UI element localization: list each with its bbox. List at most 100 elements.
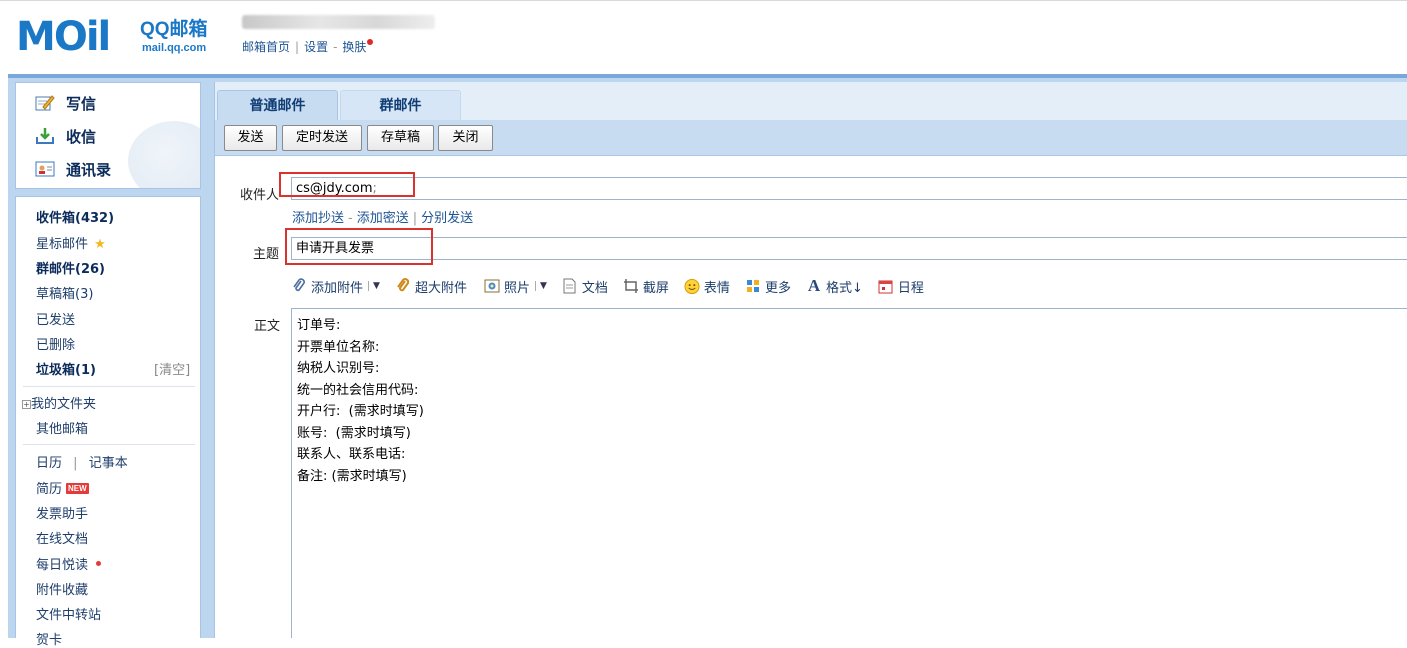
attachment-toolbar: 添加附件 ▼ 超大附件 照片 ▼ 文档 截屏 表情 更多 A 格式↓ 日程	[291, 274, 939, 298]
star-icon: ★	[94, 237, 106, 252]
format-label: 格式↓	[825, 280, 863, 296]
invoice-helper-link[interactable]: 发票助手	[36, 503, 88, 522]
logo-brand: QQ邮箱	[140, 19, 208, 40]
document-label: 文档	[581, 280, 608, 296]
attachment-favs-link[interactable]: 附件收藏	[36, 579, 88, 598]
document-icon	[562, 278, 578, 294]
calendar-notebook-row: 日历 | 记事本	[36, 452, 128, 471]
body-line: 备注: (需求时填写)	[297, 468, 407, 484]
folder-drafts[interactable]: 草稿箱(3)	[36, 283, 93, 302]
document-button[interactable]: 文档	[562, 277, 608, 296]
folder-other-mailbox[interactable]: 其他邮箱	[36, 418, 88, 437]
resume-link[interactable]: 简历 NEW	[36, 478, 89, 497]
to-label: 收件人	[240, 188, 280, 203]
folder-list: 收件箱(432) 星标邮件 ★ 群邮件(26) 草稿箱(3) 已发送 已删除 垃…	[15, 196, 201, 648]
separator: |	[73, 456, 78, 471]
receive-mail-button[interactable]: 收信	[34, 124, 96, 148]
subject-label: 主题	[253, 247, 280, 262]
new-badge: NEW	[66, 483, 89, 494]
add-attachment-button[interactable]: 添加附件 ▼	[291, 277, 380, 296]
greeting-card-link[interactable]: 贺卡	[36, 629, 62, 648]
send-button[interactable]: 发送	[224, 125, 277, 151]
compose-toolbar: 发送 定时发送 存草稿 关闭	[215, 120, 1407, 156]
large-paperclip-icon	[395, 278, 411, 294]
tab-normal-mail[interactable]: 普通邮件	[217, 90, 338, 120]
large-attachment-button[interactable]: 超大附件	[395, 277, 467, 296]
compose-tabs: 普通邮件 群邮件	[215, 82, 1407, 120]
compose-panel: 普通邮件 群邮件 发送 定时发送 存草稿 关闭 收件人 cs@jdy.com; …	[214, 82, 1407, 638]
my-folders-label: 我的文件夹	[31, 397, 97, 412]
body-line: 联系人、联系电话:	[297, 447, 406, 462]
receive-mail-label: 收信	[66, 127, 97, 146]
folder-group[interactable]: 群邮件(26)	[36, 258, 105, 277]
add-cc-link[interactable]: 添加抄送	[292, 211, 344, 226]
folder-starred[interactable]: 星标邮件 ★	[36, 233, 106, 252]
subject-field[interactable]: 申请开具发票	[291, 237, 1407, 260]
top-header: MOil QQ邮箱 mail.qq.com 邮箱首页 | 设置 - 换肤	[0, 0, 1407, 74]
account-name-blurred	[242, 15, 435, 29]
folder-deleted[interactable]: 已删除	[36, 334, 75, 353]
folder-sent[interactable]: 已发送	[36, 309, 75, 328]
notification-dot	[367, 39, 374, 45]
folder-spam[interactable]: 垃圾箱(1)	[36, 359, 96, 378]
unread-dot	[96, 561, 102, 566]
folder-inbox[interactable]: 收件箱(432)	[36, 207, 114, 226]
mail-body-editor[interactable]: 订单号: 开票单位名称: 纳税人识别号: 统一的社会信用代码: 开户行: (需求…	[291, 308, 1407, 638]
separate-send-link[interactable]: 分别发送	[421, 211, 473, 226]
qq-mail-logo[interactable]: MOil QQ邮箱 mail.qq.com	[16, 15, 226, 61]
logo-wordmark: MOil	[16, 14, 111, 60]
body-line: 订单号:	[297, 318, 341, 333]
clear-spam-link[interactable]: [清空]	[154, 359, 190, 378]
format-button[interactable]: A 格式↓	[806, 276, 863, 296]
logo-url: mail.qq.com	[142, 42, 207, 54]
photo-button[interactable]: 照片 ▼	[484, 277, 547, 296]
contact-card-icon	[34, 159, 56, 179]
separator: -	[348, 211, 353, 226]
add-bcc-link[interactable]: 添加密送	[357, 211, 409, 226]
screenshot-label: 截屏	[642, 280, 669, 296]
more-label: 更多	[764, 280, 791, 296]
contacts-button[interactable]: 通讯录	[34, 157, 111, 181]
emoji-label: 表情	[703, 280, 730, 296]
daily-read-label: 每日悦读	[36, 558, 89, 573]
screenshot-button[interactable]: 截屏	[623, 277, 669, 296]
to-field[interactable]: cs@jdy.com;	[291, 177, 1407, 200]
online-docs-link[interactable]: 在线文档	[36, 528, 88, 547]
emoji-button[interactable]: 表情	[684, 277, 730, 296]
body-line: 开票单位名称:	[297, 339, 380, 355]
scissors-icon	[623, 278, 639, 294]
body-line: 纳税人识别号:	[297, 361, 380, 376]
write-mail-button[interactable]: 写信	[34, 91, 96, 115]
download-tray-icon	[34, 126, 56, 146]
recipient-options: 添加抄送 - 添加密送 | 分别发送	[292, 207, 473, 226]
chevron-down-icon[interactable]: ▼	[368, 281, 380, 291]
resume-label: 简历	[36, 482, 63, 497]
expand-icon[interactable]: +	[22, 400, 31, 409]
highlight-box-subject	[285, 228, 433, 265]
folder-my-folders[interactable]: +我的文件夹	[22, 393, 96, 412]
change-skin-link[interactable]: 换肤	[342, 40, 366, 54]
top-links: 邮箱首页 | 设置 - 换肤	[242, 38, 374, 55]
schedule-send-button[interactable]: 定时发送	[282, 125, 362, 151]
divider	[23, 386, 195, 387]
daily-read-link[interactable]: 每日悦读	[36, 554, 102, 573]
schedule-label: 日程	[897, 280, 924, 296]
settings-link[interactable]: 设置	[304, 40, 328, 54]
tab-group-mail[interactable]: 群邮件	[340, 90, 461, 120]
close-button[interactable]: 关闭	[438, 125, 493, 151]
divider	[23, 444, 195, 445]
file-transfer-link[interactable]: 文件中转站	[36, 604, 101, 623]
folder-starred-label: 星标邮件	[36, 237, 89, 252]
font-a-icon: A	[807, 276, 821, 295]
more-button[interactable]: 更多	[745, 277, 791, 296]
write-mail-label: 写信	[66, 94, 97, 113]
mailbox-home-link[interactable]: 邮箱首页	[242, 40, 290, 54]
notebook-link[interactable]: 记事本	[89, 456, 128, 471]
body-label: 正文	[254, 319, 281, 334]
save-draft-button[interactable]: 存草稿	[367, 125, 434, 151]
penguin-watermark	[128, 121, 200, 188]
schedule-button[interactable]: 日程	[878, 277, 924, 296]
calendar-link[interactable]: 日历	[36, 456, 62, 471]
chevron-down-icon[interactable]: ▼	[534, 281, 547, 291]
calendar-icon	[878, 278, 894, 294]
